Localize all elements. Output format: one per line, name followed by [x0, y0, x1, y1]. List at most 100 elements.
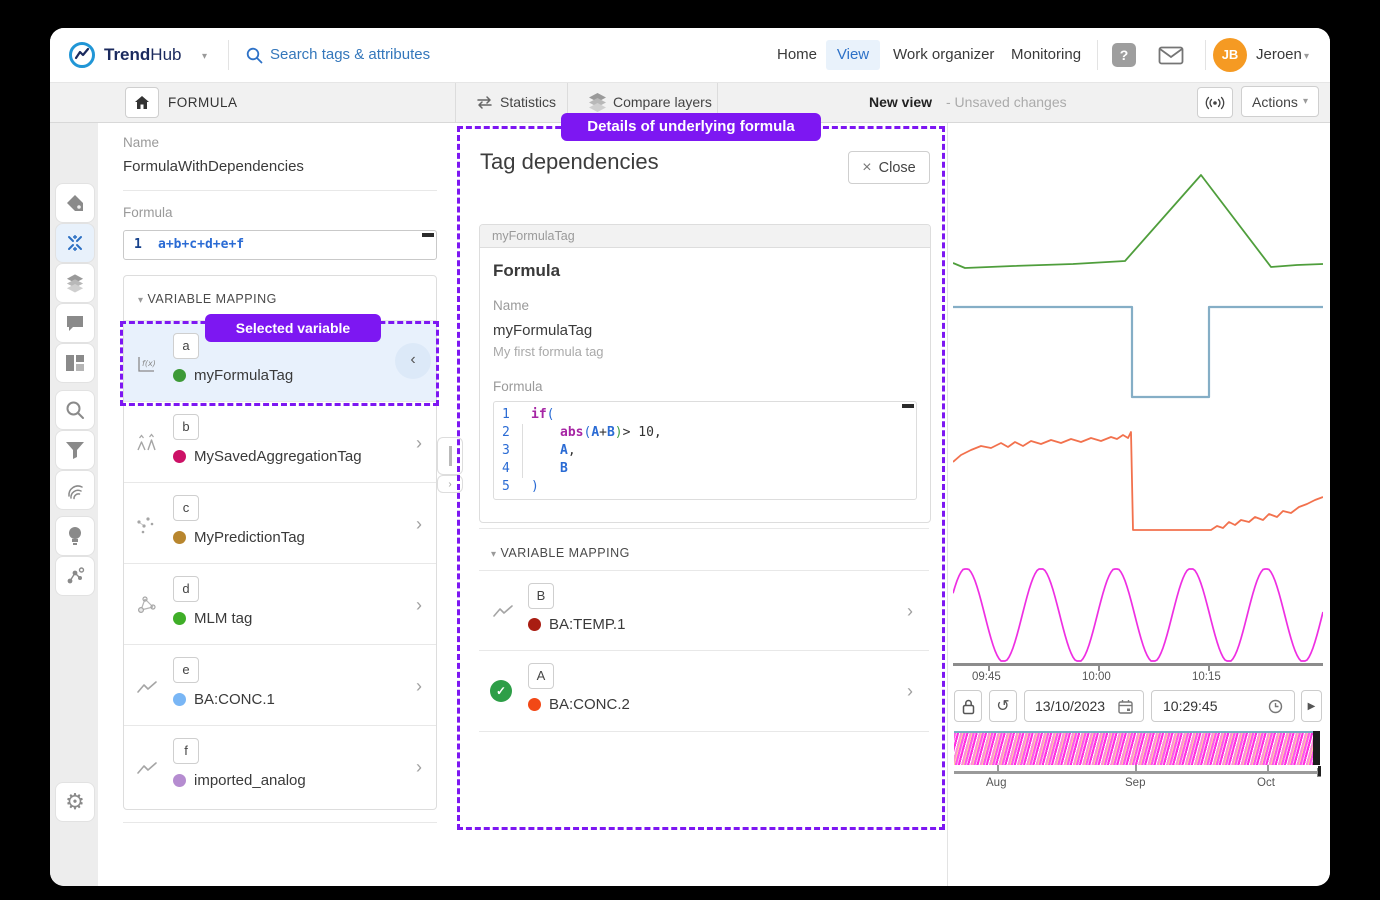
gear-icon: ⚙: [65, 789, 85, 815]
search-input[interactable]: Search tags & attributes: [270, 46, 430, 63]
rail-formula-button[interactable]: [55, 223, 95, 263]
rail-tag-button[interactable]: [55, 183, 95, 223]
variable-item-f[interactable]: f imported_analog ›: [124, 725, 436, 807]
code-line: 3A,: [494, 442, 916, 460]
rail-settings-button[interactable]: ⚙: [55, 782, 95, 822]
statistics-icon: [475, 95, 494, 110]
tag-color-dot: [173, 450, 186, 463]
panel-resize-handle[interactable]: [437, 437, 463, 475]
chevron-right-icon[interactable]: ›: [416, 677, 422, 695]
panel-expand-button[interactable]: ›: [437, 475, 463, 493]
name-label: Name: [123, 135, 159, 150]
nav-work-organizer[interactable]: Work organizer: [893, 46, 994, 63]
trend-chart[interactable]: [953, 130, 1323, 670]
brand-chevron-down-icon[interactable]: ▾: [202, 51, 207, 62]
lightbulb-icon: [67, 526, 83, 546]
chevron-right-icon[interactable]: ›: [416, 515, 422, 533]
variable-mapping-header[interactable]: ▾ VARIABLE MAPPING: [491, 544, 630, 562]
brand-name[interactable]: TrendHub: [104, 45, 181, 65]
time-tick-label: 10:00: [1082, 671, 1111, 683]
comment-icon: [65, 314, 85, 332]
tab-statistics[interactable]: Statistics: [500, 94, 556, 110]
rail-layers-button[interactable]: [55, 263, 95, 303]
dashboard-icon: [65, 354, 85, 372]
variable-item-e[interactable]: e BA:CONC.1 ›: [124, 644, 436, 726]
history-icon: ↺: [996, 696, 1009, 716]
brand-bold: Trend: [104, 45, 150, 64]
mail-icon[interactable]: [1158, 46, 1184, 65]
mapping-item-B[interactable]: B BA:TEMP.1 ›: [479, 571, 929, 650]
close-icon: ×: [862, 159, 871, 177]
calendar-icon: [1118, 699, 1133, 714]
close-button[interactable]: × Close: [848, 151, 930, 184]
help-icon[interactable]: ?: [1112, 43, 1136, 67]
formula-label: Formula: [123, 205, 173, 220]
variable-mapping-header[interactable]: ▾ VARIABLE MAPPING: [138, 290, 277, 308]
nav-view[interactable]: View: [826, 40, 880, 70]
actions-button[interactable]: Actions ▾: [1241, 86, 1319, 117]
search-icon: [246, 47, 263, 64]
chevron-right-icon[interactable]: ›: [416, 434, 422, 452]
formula-sparkle-icon: [65, 233, 85, 253]
home-button[interactable]: [125, 87, 159, 118]
svg-text:f(x): f(x): [142, 359, 156, 368]
divider: [123, 190, 437, 191]
live-broadcast-button[interactable]: [1197, 87, 1233, 118]
details-formula-badge: Details of underlying formula: [561, 113, 821, 141]
scrollbar[interactable]: [422, 233, 434, 237]
user-chevron-down-icon[interactable]: ▾: [1304, 51, 1309, 62]
lock-timespan-button[interactable]: [954, 690, 982, 722]
mapping-item-A[interactable]: ✓ A BA:CONC.2 ›: [479, 651, 929, 731]
tab-compare-layers[interactable]: Compare layers: [613, 94, 712, 110]
chevron-right-icon[interactable]: ›: [416, 758, 422, 776]
nav-monitoring[interactable]: Monitoring: [1011, 46, 1081, 63]
variable-item-d[interactable]: d MLM tag ›: [124, 563, 436, 645]
rail-context-button[interactable]: [55, 556, 95, 596]
avatar[interactable]: JB: [1213, 38, 1247, 72]
rail-comments-button[interactable]: [55, 303, 95, 343]
chevron-right-icon[interactable]: ›: [416, 596, 422, 614]
time-field[interactable]: 10:29:45: [1151, 690, 1295, 722]
scrollbar[interactable]: [902, 404, 914, 408]
fingerprint-icon: [65, 480, 85, 500]
variable-item-b[interactable]: b MySavedAggregationTag ›: [124, 401, 436, 483]
user-name[interactable]: Jeroen: [1256, 46, 1302, 63]
tag-name: BA:CONC.2: [549, 696, 630, 713]
rail-filter-button[interactable]: [55, 430, 95, 470]
tag-color-dot: [528, 698, 541, 711]
collapse-chevron-icon: ▾: [491, 549, 496, 560]
filter-icon: [65, 441, 85, 459]
top-navbar: TrendHub ▾ Search tags & attributes Home…: [50, 28, 1330, 83]
chevron-right-icon[interactable]: ›: [907, 602, 913, 620]
left-icon-rail: ⚙: [50, 122, 99, 886]
history-button[interactable]: ↺: [989, 690, 1017, 722]
formula-editor[interactable]: 1 a+b+c+d+e+f: [123, 230, 437, 260]
axis-end-tick: [1318, 766, 1321, 776]
selected-variable-badge: Selected variable: [205, 314, 381, 342]
overview-scrubber[interactable]: [954, 731, 1320, 765]
tag-icon: [65, 193, 85, 213]
clock-icon: [1268, 699, 1283, 714]
chevron-right-icon[interactable]: ›: [907, 682, 913, 700]
code-line: 1if(: [494, 406, 916, 424]
formula-details-panel: Name FormulaWithDependencies Formula 1 a…: [98, 122, 456, 886]
drag-grip-icon: [449, 446, 452, 466]
tag-color-dot: [173, 612, 186, 625]
formula-code-viewer[interactable]: 1if( 2abs(A+B)> 10, 3A, 4B 5): [493, 401, 917, 500]
date-field[interactable]: 13/10/2023: [1024, 690, 1144, 722]
chevron-right-icon: ›: [448, 479, 451, 490]
variable-letter-badge: b: [173, 414, 199, 440]
step-forward-button[interactable]: ▶: [1301, 690, 1322, 722]
collapse-variable-button[interactable]: ‹: [395, 343, 431, 379]
rail-dashboard-button[interactable]: [55, 343, 95, 383]
rail-fingerprint-button[interactable]: [55, 470, 95, 510]
rail-recommendations-button[interactable]: [55, 516, 95, 556]
nav-home[interactable]: Home: [777, 46, 817, 63]
scrubber-handle[interactable]: [1313, 731, 1320, 765]
rail-search-button[interactable]: [55, 390, 95, 430]
section-title: Formula: [493, 261, 560, 281]
variable-mapping-card: ▾ VARIABLE MAPPING f(x) a myFormulaTag ‹: [123, 275, 437, 810]
variable-item-c[interactable]: c MyPredictionTag ›: [124, 482, 436, 564]
tag-color-dot: [173, 531, 186, 544]
orange-series: [953, 432, 1323, 530]
